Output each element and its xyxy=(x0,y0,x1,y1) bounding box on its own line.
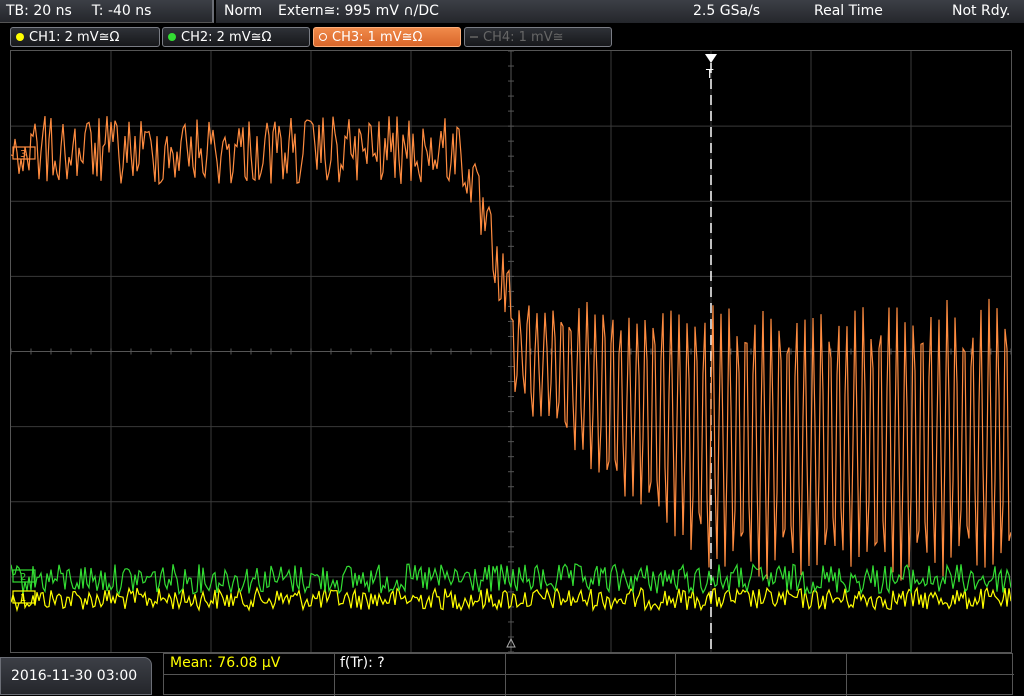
measurement-divider xyxy=(505,654,506,696)
svg-text:1: 1 xyxy=(20,593,26,604)
acquisition-status: Not Rdy. xyxy=(952,3,1011,19)
bottom-bar: 2016-11-30 03:00 Mean: 76.08 μV f(Tr): ? xyxy=(0,653,1024,696)
waveform-display[interactable]: 3 2 1 T xyxy=(10,50,1012,653)
channel-4-label: CH4: 1 mV≅ xyxy=(483,29,564,45)
svg-text:3: 3 xyxy=(20,149,26,160)
trigger-position-marker[interactable]: T xyxy=(705,54,717,81)
measurement-divider xyxy=(846,654,847,696)
measurement-panel[interactable]: Mean: 76.08 μV f(Tr): ? xyxy=(163,653,1014,696)
channel-bar: CH1: 2 mV≅Ω CH2: 2 mV≅Ω CH3: 1 mV≅Ω CH4:… xyxy=(0,24,1024,48)
channel-3-color-dot xyxy=(319,33,327,41)
timebase-box[interactable]: TB: 20 ns T: -40 ns xyxy=(0,0,214,23)
svg-text:T: T xyxy=(705,67,714,81)
trigger-mode: Norm xyxy=(224,3,263,19)
channel-2-color-dot xyxy=(168,33,176,41)
measurement-row-divider xyxy=(164,674,1014,675)
channel-1-button[interactable]: CH1: 2 mV≅Ω xyxy=(10,27,160,47)
acquisition-mode: Real Time xyxy=(814,3,883,19)
trigger-info-box[interactable]: Norm Extern≅: 995 mV ∩/DC 2.5 GSa/s Real… xyxy=(216,0,1024,23)
trigger-offset-value: T: -40 ns xyxy=(91,3,152,19)
datetime-text: 2016-11-30 03:00 xyxy=(11,668,138,684)
frequency-measurement: f(Tr): ? xyxy=(340,655,385,671)
top-status-bar: TB: 20 ns T: -40 ns Norm Extern≅: 995 mV… xyxy=(0,0,1024,24)
waveform-canvas[interactable]: 3 2 1 T xyxy=(10,50,1012,653)
channel-4-button[interactable]: CH4: 1 mV≅ xyxy=(464,27,612,47)
channel-3-label: CH3: 1 mV≅Ω xyxy=(332,29,423,45)
sample-rate: 2.5 GSa/s xyxy=(693,3,761,19)
channel-3-button[interactable]: CH3: 1 mV≅Ω xyxy=(313,27,461,47)
channel-2-button[interactable]: CH2: 2 mV≅Ω xyxy=(162,27,310,47)
channel-1-label: CH1: 2 mV≅Ω xyxy=(29,29,120,45)
measurement-divider xyxy=(334,654,335,696)
datetime-box[interactable]: 2016-11-30 03:00 xyxy=(0,657,152,695)
timebase-value: TB: 20 ns xyxy=(6,3,72,19)
channel-1-color-dot xyxy=(16,33,24,41)
graticule-grid xyxy=(10,50,1012,653)
channel-4-off-icon xyxy=(470,36,478,38)
mean-measurement: Mean: 76.08 μV xyxy=(170,655,281,671)
measurement-divider xyxy=(675,654,676,696)
svg-text:2: 2 xyxy=(20,572,26,583)
trigger-source: Extern≅: 995 mV ∩/DC xyxy=(278,3,439,19)
channel-2-label: CH2: 2 mV≅Ω xyxy=(181,29,272,45)
